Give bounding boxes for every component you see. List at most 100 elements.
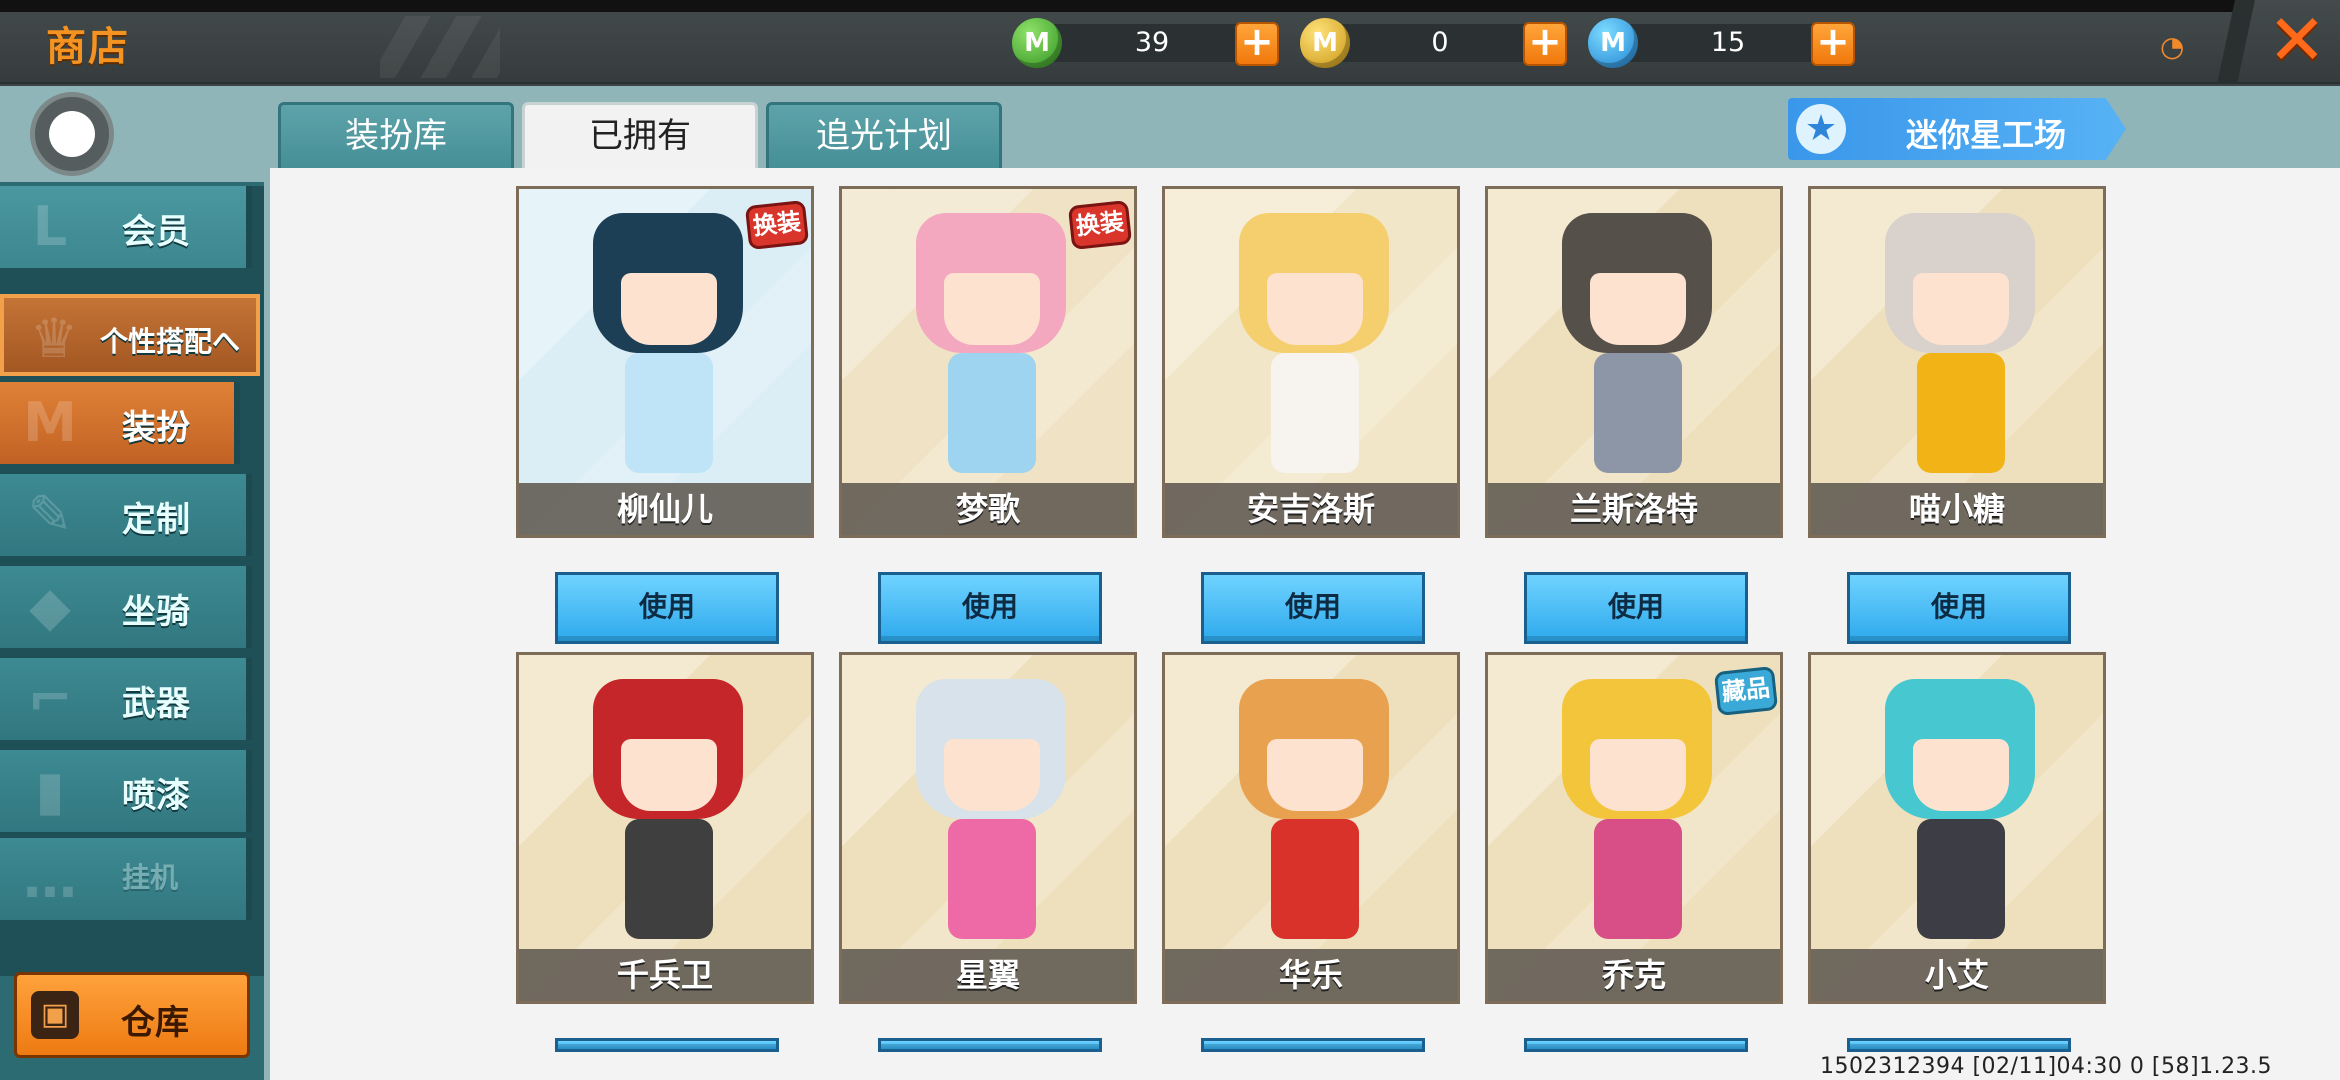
- skin-badge: 换装: [744, 199, 810, 251]
- character-face: [1267, 273, 1363, 345]
- character-outfit: [625, 353, 713, 473]
- character-outfit: [625, 819, 713, 939]
- character-name: 柳仙儿: [519, 483, 811, 535]
- character-name: 喵小糖: [1811, 483, 2103, 535]
- spray-can-icon: ▮: [35, 759, 65, 822]
- owned-skins-grid[interactable]: 换装 柳仙儿 使用 换装 梦歌 使用 安吉洛斯 使用 兰斯洛特 使用 喵小糖 使用 千兵卫 星翼 华乐 藏品乔…: [264, 168, 2340, 1080]
- character-portrait: [1875, 679, 2045, 949]
- shop-screen: 商店 39 M +0 M +15 M + ◔ ✕ L 会员 ♛ 个性搭配へ M 装扮 ✎ 定制 ◆ 坐骑 ⌐ 武器…: [0, 0, 2340, 1080]
- currency-amount: 15: [1628, 24, 1828, 62]
- character-card[interactable]: 小艾: [1808, 652, 2106, 1004]
- sidebar-item-label: 个性搭配へ: [100, 325, 241, 358]
- debug-info-text: 1502312394 [02/11]04:30 0 [58]1.23.5: [1820, 1054, 2273, 1079]
- character-portrait: [906, 679, 1076, 949]
- tab-2[interactable]: 已拥有: [522, 102, 758, 168]
- character-face: [944, 273, 1040, 345]
- character-card[interactable]: 兰斯洛特: [1485, 186, 1783, 538]
- warehouse-button[interactable]: ▣ 仓库: [14, 972, 250, 1058]
- character-card[interactable]: 藏品 乔克: [1485, 652, 1783, 1004]
- sidebar-item-3[interactable]: M 装扮: [0, 382, 240, 464]
- character-outfit: [1917, 353, 2005, 473]
- sidebar-item-8[interactable]: … 挂机: [0, 838, 252, 920]
- character-face: [1913, 739, 2009, 811]
- sidebar-item-7[interactable]: ▮ 喷漆: [0, 750, 252, 832]
- mount-icon: ◆: [29, 575, 71, 638]
- character-outfit: [1917, 819, 2005, 939]
- gun-icon: ⌐: [27, 667, 73, 730]
- character-portrait: [1229, 213, 1399, 483]
- tab-bar: 装扮库 已拥有 追光计划 ★ 迷你星工场: [264, 86, 2340, 168]
- gold-coin-icon: M: [1300, 18, 1350, 68]
- character-outfit: [1594, 353, 1682, 473]
- sidebar-item-label: 定制: [122, 500, 190, 540]
- more-icon: …: [23, 847, 77, 910]
- character-outfit: [1271, 353, 1359, 473]
- use-button[interactable]: 使用: [1201, 572, 1425, 644]
- character-name: 星翼: [842, 949, 1134, 1001]
- use-button[interactable]: 使用: [878, 572, 1102, 644]
- currency-amount: 0: [1340, 24, 1540, 62]
- use-button[interactable]: [1524, 1038, 1748, 1052]
- sidebar-item-label: 会员: [122, 212, 190, 252]
- skin-badge: 换装: [1067, 199, 1133, 251]
- character-card[interactable]: 换装柳仙儿: [516, 186, 814, 538]
- use-button[interactable]: 使用: [1524, 572, 1748, 644]
- character-card[interactable]: 星翼: [839, 652, 1137, 1004]
- sidebar-item-label: 坐骑: [122, 592, 190, 632]
- character-portrait: [1229, 679, 1399, 949]
- character-portrait: [583, 213, 753, 483]
- character-portrait: [583, 679, 753, 949]
- sidebar-item-4[interactable]: ✎ 定制: [0, 474, 252, 556]
- sidebar-item-1[interactable]: L 会员: [0, 186, 252, 268]
- sidebar-item-label: 装扮: [122, 408, 190, 448]
- use-button[interactable]: 使用: [555, 572, 779, 644]
- sidebar-item-label: 喷漆: [122, 776, 190, 816]
- character-card[interactable]: 安吉洛斯: [1162, 186, 1460, 538]
- sidebar-item-5[interactable]: ◆ 坐骑: [0, 566, 252, 648]
- tab-3[interactable]: 追光计划: [766, 102, 1002, 168]
- toggle-knob-icon: [49, 111, 95, 157]
- character-face: [1590, 273, 1686, 345]
- sidebar-header: [0, 86, 264, 182]
- workshop-label: 迷你星工场: [1906, 116, 2067, 154]
- character-face: [1590, 739, 1686, 811]
- currency-counter: 39 M +: [1012, 18, 1302, 68]
- add-currency-button[interactable]: +: [1811, 22, 1855, 66]
- character-portrait: [906, 213, 1076, 483]
- sidebar: L 会员 ♛ 个性搭配へ M 装扮 ✎ 定制 ◆ 坐骑 ⌐ 武器 ▮ 喷漆 … 挂机 ▣ 仓库: [0, 86, 264, 1080]
- outfit-icon: M: [23, 391, 77, 454]
- chest-icon: ▣: [31, 991, 79, 1039]
- character-card[interactable]: 喵小糖: [1808, 186, 2106, 538]
- character-face: [621, 739, 717, 811]
- skin-badge: 藏品: [1713, 665, 1779, 717]
- close-button[interactable]: ✕: [2262, 2, 2332, 78]
- mini-star-workshop-button[interactable]: ★ 迷你星工场: [1788, 98, 2126, 160]
- character-portrait: [1875, 213, 2045, 483]
- sidebar-item-label: 武器: [122, 684, 190, 724]
- currency-counter: 15 M +: [1588, 18, 1878, 68]
- character-face: [1913, 273, 2009, 345]
- sidebar-item-2[interactable]: ♛ 个性搭配へ: [0, 294, 260, 376]
- add-currency-button[interactable]: +: [1523, 22, 1567, 66]
- use-button[interactable]: 使用: [1847, 572, 2071, 644]
- tab-1[interactable]: 装扮库: [278, 102, 514, 168]
- page-title: 商店: [46, 24, 130, 70]
- character-card[interactable]: 换装 梦歌: [839, 186, 1137, 538]
- sidebar-item-6[interactable]: ⌐ 武器: [0, 658, 252, 740]
- use-button[interactable]: [555, 1038, 779, 1052]
- add-currency-button[interactable]: +: [1235, 22, 1279, 66]
- character-card[interactable]: 华乐: [1162, 652, 1460, 1004]
- sidebar-menu[interactable]: L 会员 ♛ 个性搭配へ M 装扮 ✎ 定制 ◆ 坐骑 ⌐ 武器 ▮ 喷漆 … 挂机: [0, 186, 264, 976]
- sidebar-toggle-button[interactable]: [30, 92, 114, 176]
- character-face: [944, 739, 1040, 811]
- use-button[interactable]: [1847, 1038, 2071, 1052]
- character-card[interactable]: 千兵卫: [516, 652, 814, 1004]
- character-name: 小艾: [1811, 949, 2103, 1001]
- character-name: 华乐: [1165, 949, 1457, 1001]
- use-button[interactable]: [1201, 1038, 1425, 1052]
- mini-bean-green-coin-icon: M: [1012, 18, 1062, 68]
- trophy-icon: ♛: [29, 307, 79, 370]
- character-outfit: [1594, 819, 1682, 939]
- use-button[interactable]: [878, 1038, 1102, 1052]
- character-portrait: [1552, 213, 1722, 483]
